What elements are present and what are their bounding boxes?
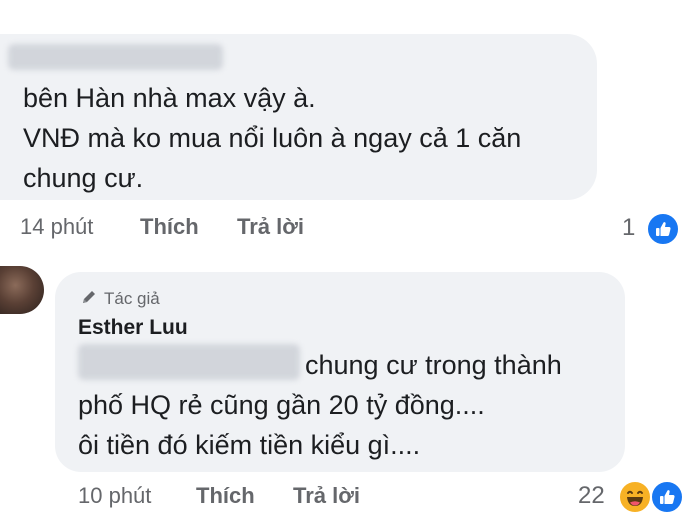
reply-button[interactable]: Trả lời	[293, 483, 360, 509]
redacted-mention	[78, 344, 300, 380]
author-name[interactable]: Esther Luu	[78, 316, 188, 340]
reply-button[interactable]: Trả lời	[237, 214, 304, 240]
comment-timestamp[interactable]: 14 phút	[20, 214, 93, 240]
reaction-count[interactable]: 1	[622, 214, 635, 242]
comment-text-line: chung cư.	[23, 163, 144, 193]
comment-text-line: bên Hàn nhà max vậy à.	[23, 83, 316, 113]
haha-icon[interactable]	[618, 480, 652, 514]
comment-text-line: ôi tiền đó kiếm tiền kiểu gì....	[78, 430, 421, 460]
comment-text-line: chung cư trong thành	[305, 350, 562, 380]
comment-text-line: phố HQ rẻ cũng gần 20 tỷ đồng....	[78, 390, 485, 420]
like-button[interactable]: Thích	[140, 214, 199, 240]
comment-text-line: VNĐ mà ko mua nổi luôn à ngay cả 1 căn	[23, 123, 522, 153]
like-button[interactable]: Thích	[196, 483, 255, 509]
redacted-commenter-name	[8, 44, 223, 70]
author-badge-label: Tác giả	[104, 289, 160, 308]
author-badge: Tác giả	[80, 288, 160, 310]
pencil-icon	[80, 288, 98, 311]
like-icon[interactable]	[650, 480, 684, 514]
comment-timestamp[interactable]: 10 phút	[78, 483, 151, 509]
reaction-count[interactable]: 22	[578, 482, 605, 510]
like-icon[interactable]	[646, 212, 680, 246]
avatar[interactable]	[0, 266, 44, 314]
